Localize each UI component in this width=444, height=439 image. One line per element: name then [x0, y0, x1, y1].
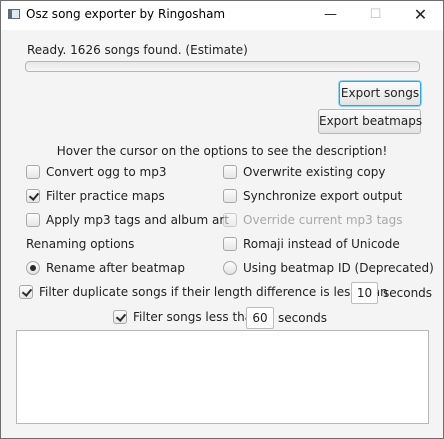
export-beatmaps-button[interactable]: Export beatmaps [318, 109, 422, 134]
length-seconds-input[interactable]: 60 [246, 307, 274, 329]
rename-after-beatmap-label: Rename after beatmap [46, 261, 185, 275]
sync-output-box[interactable] [223, 189, 237, 203]
length-seconds-unit: seconds [278, 311, 328, 325]
convert-ogg-box[interactable] [26, 165, 40, 179]
apply-tags-box[interactable] [26, 213, 40, 227]
overwrite-copy-label: Overwrite existing copy [243, 165, 386, 179]
output-log[interactable] [16, 330, 429, 424]
window-title: Osz song exporter by Ringosham [26, 7, 226, 21]
title-bar[interactable]: Osz song exporter by Ringosham — ☐ ✕ [1, 1, 443, 30]
progress-bar [25, 61, 420, 72]
renaming-heading: Renaming options [26, 237, 135, 251]
app-icon [8, 9, 20, 19]
convert-ogg-label: Convert ogg to mp3 [46, 165, 167, 179]
use-beatmap-id-dot[interactable] [223, 261, 237, 275]
hint-text: Hover the cursor on the options to see t… [56, 144, 388, 158]
minimize-button[interactable]: — [308, 1, 353, 30]
use-beatmap-id-label: Using beatmap ID (Deprecated) [243, 261, 434, 275]
romaji-box[interactable] [223, 237, 237, 251]
length-filter-label: Filter songs less than [133, 310, 260, 324]
overwrite-copy-box[interactable] [223, 165, 237, 179]
override-tags-box [223, 213, 237, 227]
sync-output-label: Synchronize export output [243, 189, 403, 203]
status-text: Ready. 1626 songs found. (Estimate) [27, 43, 248, 57]
app-window: Osz song exporter by Ringosham — ☐ ✕ Rea… [0, 0, 444, 439]
main-panel: Ready. 1626 songs found. (Estimate) Expo… [1, 30, 443, 438]
duplicate-seconds-input[interactable]: 10 [351, 282, 378, 304]
apply-tags-label: Apply mp3 tags and album art [46, 213, 229, 227]
duplicate-filter-box[interactable] [19, 285, 33, 299]
maximize-button[interactable]: ☐ [353, 1, 398, 30]
duplicate-seconds-unit: seconds [383, 286, 433, 300]
length-filter-box[interactable] [113, 310, 127, 324]
romaji-label: Romaji instead of Unicode [243, 237, 400, 251]
export-songs-button[interactable]: Export songs [339, 81, 421, 106]
close-button[interactable]: ✕ [398, 1, 443, 30]
override-tags-label: Override current mp3 tags [243, 213, 403, 227]
filter-practice-label: Filter practice maps [46, 189, 165, 203]
filter-practice-box[interactable] [26, 189, 40, 203]
rename-after-beatmap-dot[interactable] [26, 261, 40, 275]
duplicate-filter-label: Filter duplicate songs if their length d… [39, 285, 388, 299]
